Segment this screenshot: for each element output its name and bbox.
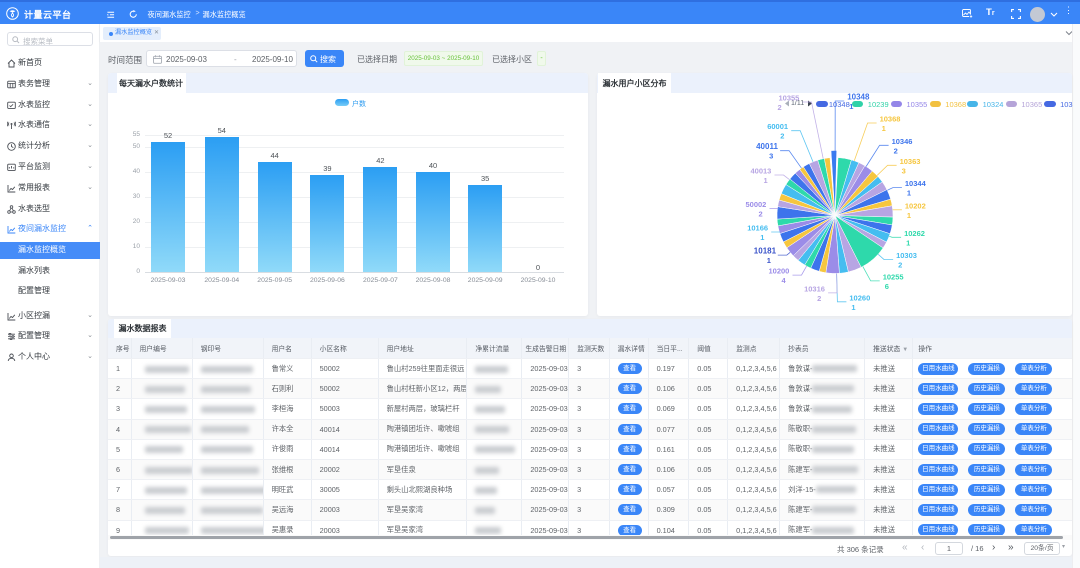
svg-text:6: 6 xyxy=(884,281,888,290)
svg-text:40013: 40013 xyxy=(750,166,771,175)
svg-text:10368: 10368 xyxy=(879,114,900,123)
svg-text:2: 2 xyxy=(898,260,902,269)
svg-text:10344: 10344 xyxy=(904,179,926,188)
svg-text:10348: 10348 xyxy=(847,93,870,102)
svg-text:2: 2 xyxy=(777,103,781,112)
svg-text:50002: 50002 xyxy=(745,199,766,208)
svg-text:10316: 10316 xyxy=(804,284,825,293)
svg-text:10303: 10303 xyxy=(896,251,917,260)
svg-text:1: 1 xyxy=(881,124,885,133)
svg-text:10166: 10166 xyxy=(747,223,768,232)
svg-text:1: 1 xyxy=(906,238,910,247)
svg-text:2: 2 xyxy=(817,293,821,302)
svg-text:1: 1 xyxy=(849,102,853,111)
svg-text:10355: 10355 xyxy=(778,93,799,102)
svg-text:1: 1 xyxy=(906,210,910,219)
svg-text:10363: 10363 xyxy=(899,156,920,165)
svg-text:4: 4 xyxy=(781,276,786,285)
svg-text:40011: 40011 xyxy=(756,142,778,151)
svg-text:10202: 10202 xyxy=(904,201,925,210)
svg-text:10255: 10255 xyxy=(882,272,903,281)
svg-text:2: 2 xyxy=(893,146,897,155)
svg-text:1: 1 xyxy=(906,188,910,197)
svg-text:10200: 10200 xyxy=(768,266,789,275)
svg-text:1: 1 xyxy=(763,176,767,185)
svg-text:10346: 10346 xyxy=(891,136,912,145)
svg-text:60001: 60001 xyxy=(767,122,788,131)
svg-text:10262: 10262 xyxy=(904,228,925,237)
svg-text:1: 1 xyxy=(766,256,770,265)
svg-text:1: 1 xyxy=(760,233,764,242)
svg-text:3: 3 xyxy=(769,151,773,160)
svg-text:2: 2 xyxy=(758,209,762,218)
svg-text:2: 2 xyxy=(780,131,784,140)
svg-text:10260: 10260 xyxy=(849,293,870,302)
svg-text:3: 3 xyxy=(901,166,905,175)
svg-text:10181: 10181 xyxy=(753,246,776,255)
svg-text:1: 1 xyxy=(851,302,855,311)
